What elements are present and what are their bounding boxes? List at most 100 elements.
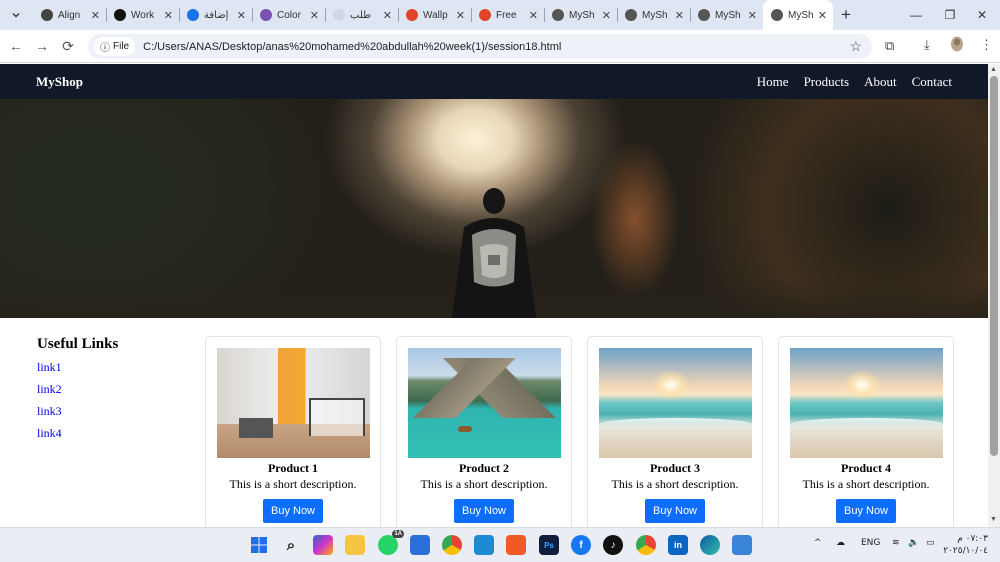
scheme-label: File xyxy=(113,41,130,52)
scroll-up-icon[interactable]: ▲ xyxy=(990,66,997,73)
restore-button[interactable]: ❐ xyxy=(932,0,968,30)
product-description: This is a short description. xyxy=(229,477,357,491)
browser-tab[interactable]: MySh ✕ xyxy=(544,0,617,30)
weather-icon[interactable]: ☁ xyxy=(836,538,845,548)
buy-now-button[interactable]: Buy Now xyxy=(262,499,324,523)
browser-tab[interactable]: Free ✕ xyxy=(471,0,544,30)
browser-tab[interactable]: Wallp ✕ xyxy=(398,0,471,30)
tab-title: MySh xyxy=(788,9,814,21)
chrome-icon[interactable] xyxy=(442,535,462,555)
vscode-icon[interactable] xyxy=(474,535,494,555)
nav-contact[interactable]: Contact xyxy=(912,74,952,90)
battery-icon[interactable]: ▭ xyxy=(926,538,935,548)
product-card: Product 4 This is a short description. B… xyxy=(778,336,954,527)
browser-tab[interactable]: MySh ✕ xyxy=(690,0,763,30)
close-tab-icon[interactable]: ✕ xyxy=(602,9,611,22)
chevron-up-icon[interactable]: ^ xyxy=(814,538,822,548)
sidebar-link-3[interactable]: link3 xyxy=(37,404,205,419)
paint-icon[interactable] xyxy=(732,535,752,555)
linkedin-icon[interactable]: in xyxy=(668,535,688,555)
photoshop-icon[interactable]: Ps xyxy=(539,535,559,555)
product-grid: Product 1 This is a short description. B… xyxy=(205,336,954,527)
start-icon[interactable] xyxy=(249,535,269,555)
address-bar[interactable]: ⓘ File C:/Users/ANAS/Desktop/anas%20moha… xyxy=(88,34,872,59)
close-window-button[interactable]: ✕ xyxy=(964,0,1000,30)
taskbar-clock[interactable]: ٠٧:٠٣ م ٢٠٢٥/١٠/٠٤ xyxy=(943,533,988,557)
bookmark-star-icon[interactable]: ☆ xyxy=(849,38,862,55)
minimize-button[interactable]: — xyxy=(898,0,934,30)
new-tab-button[interactable]: + xyxy=(833,5,859,25)
close-tab-icon[interactable]: ✕ xyxy=(675,9,684,22)
sidebar-link-2[interactable]: link2 xyxy=(37,382,205,397)
wifi-icon[interactable]: ≋ xyxy=(892,538,900,548)
forward-button[interactable]: → xyxy=(29,33,55,59)
browser-tab[interactable]: Align ✕ xyxy=(33,0,106,30)
edge-icon[interactable] xyxy=(700,535,720,555)
brave-icon[interactable] xyxy=(506,535,526,555)
tab-title: MySh xyxy=(642,9,668,21)
language-indicator[interactable]: ENG xyxy=(861,538,880,548)
globe-icon xyxy=(552,9,564,21)
sidebar-link-4[interactable]: link4 xyxy=(37,426,205,441)
close-tab-icon[interactable]: ✕ xyxy=(818,9,827,22)
volume-icon[interactable]: 🔈 xyxy=(908,538,919,548)
copilot-icon[interactable] xyxy=(313,535,333,555)
sidebar-heading: Useful Links xyxy=(37,336,119,352)
close-tab-icon[interactable]: ✕ xyxy=(383,9,392,22)
close-tab-icon[interactable]: ✕ xyxy=(456,9,465,22)
product-name: Product 3 xyxy=(649,461,701,475)
browser-tab[interactable]: MySh ✕ xyxy=(617,0,690,30)
tab-search-button[interactable] xyxy=(3,4,29,26)
tiktok-icon[interactable]: ♪ xyxy=(603,535,623,555)
product-image-room xyxy=(217,348,370,458)
tab-title: طلب xyxy=(350,9,372,21)
close-tab-icon[interactable]: ✕ xyxy=(237,9,246,22)
scrollbar-thumb[interactable] xyxy=(990,76,998,456)
page-scrollbar[interactable]: ▲ ▼ xyxy=(988,64,1000,527)
sidebar-link-1[interactable]: link1 xyxy=(37,360,205,375)
buy-now-button[interactable]: Buy Now xyxy=(644,499,706,523)
extensions-icon[interactable]: ⧉ xyxy=(885,38,894,54)
nav-products[interactable]: Products xyxy=(804,74,850,90)
search-icon[interactable]: ⌕ xyxy=(281,535,301,555)
blank-icon xyxy=(333,9,345,21)
buy-now-button[interactable]: Buy Now xyxy=(835,499,897,523)
browser-tab[interactable]: Color ✕ xyxy=(252,0,325,30)
facebook-icon[interactable]: f xyxy=(571,535,591,555)
download-icon[interactable]: ⤓ xyxy=(924,37,930,53)
globe-icon xyxy=(771,9,783,21)
nav-about[interactable]: About xyxy=(864,74,897,90)
tab-title: Free xyxy=(496,9,517,21)
close-tab-icon[interactable]: ✕ xyxy=(310,9,319,22)
close-tab-icon[interactable]: ✕ xyxy=(91,9,100,22)
scroll-down-icon[interactable]: ▼ xyxy=(990,516,997,523)
globe-icon xyxy=(625,9,637,21)
product-image-lake xyxy=(408,348,561,458)
windows-taskbar: ⌕ 1A Ps f ♪ in ^ ☁ ENG ≋ 🔈 ▭ ٠٧:٠٣ م ٢٠٢… xyxy=(0,527,1000,562)
more-menu-icon[interactable]: ⋮ xyxy=(980,37,993,53)
back-button[interactable]: ← xyxy=(3,33,29,59)
browser-tab[interactable]: طلب ✕ xyxy=(325,0,398,30)
chatgpt-icon xyxy=(41,9,53,21)
browser-tab[interactable]: إضافة ✕ xyxy=(179,0,252,30)
buy-now-button[interactable]: Buy Now xyxy=(453,499,515,523)
close-tab-icon[interactable]: ✕ xyxy=(748,9,757,22)
site-info-chip[interactable]: ⓘ File xyxy=(94,37,136,56)
store-icon[interactable] xyxy=(410,535,430,555)
whatsapp-icon[interactable]: 1A xyxy=(378,530,404,555)
site-navbar: MyShop Home Products About Contact xyxy=(0,64,988,99)
tab-title: Align xyxy=(58,9,81,21)
profile-avatar[interactable] xyxy=(950,36,964,55)
chrome-profile-icon[interactable] xyxy=(636,535,656,555)
reload-button[interactable]: ⟳ xyxy=(55,33,81,59)
nav-home[interactable]: Home xyxy=(757,74,789,90)
close-tab-icon[interactable]: ✕ xyxy=(164,9,173,22)
tab-title: Work xyxy=(131,9,155,21)
file-explorer-icon[interactable] xyxy=(345,535,365,555)
brand-logo[interactable]: MyShop xyxy=(36,74,83,90)
browser-tab[interactable]: MySh ✕ xyxy=(763,0,833,30)
browser-tab[interactable]: Work ✕ xyxy=(106,0,179,30)
globe-icon xyxy=(698,9,710,21)
close-tab-icon[interactable]: ✕ xyxy=(529,9,538,22)
main-content: Useful Links link1 link2 link3 link4 Pro… xyxy=(0,318,988,527)
